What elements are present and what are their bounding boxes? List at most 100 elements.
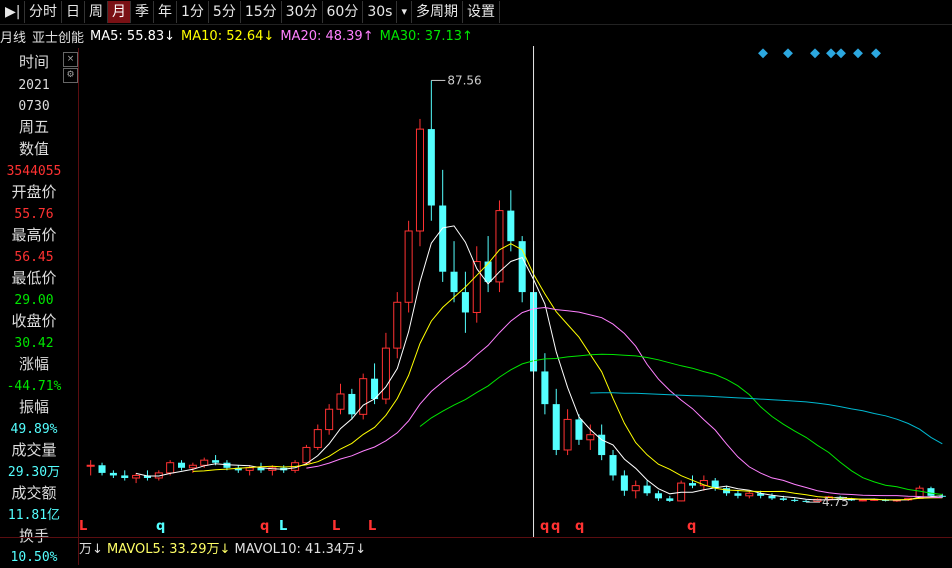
- tab-month[interactable]: 月: [108, 1, 131, 23]
- candle: [109, 470, 117, 478]
- candle: [927, 486, 935, 497]
- candle: [427, 80, 435, 221]
- candle: [518, 236, 526, 303]
- signal-marker: L: [368, 519, 376, 534]
- ma10-readout: MA10: 52.64↓: [181, 28, 275, 44]
- high-value: 56.45: [14, 250, 54, 265]
- candle-body: [109, 472, 117, 476]
- tab-1min[interactable]: 1分: [177, 1, 209, 23]
- candle-body: [450, 271, 458, 293]
- candle: [677, 480, 686, 502]
- candle: [415, 118, 425, 247]
- candle-body: [302, 446, 311, 464]
- signal-marker: q: [156, 519, 165, 534]
- ma60-line: [590, 392, 943, 445]
- candle: [541, 353, 549, 415]
- candle-body: [609, 455, 617, 476]
- candle: [598, 424, 606, 461]
- candle-body: [552, 404, 560, 450]
- candle-body: [688, 483, 697, 486]
- candle: [404, 220, 413, 313]
- signal-diamond: [758, 48, 768, 59]
- candle: [699, 475, 708, 491]
- tab-30min[interactable]: 30分: [282, 1, 323, 23]
- candle-body: [404, 230, 413, 303]
- candle: [495, 200, 504, 293]
- candle-body: [245, 467, 254, 471]
- tab-intraday[interactable]: 分时: [25, 1, 62, 23]
- candle-body: [541, 371, 549, 405]
- high-label: 最高价: [11, 226, 57, 244]
- candle: [472, 246, 481, 323]
- change-value: -44.71%: [6, 379, 62, 394]
- candle: [654, 490, 662, 501]
- candle-body: [427, 129, 435, 206]
- candle: [336, 383, 345, 415]
- settings-button[interactable]: 设置: [463, 1, 500, 23]
- candle-body: [858, 499, 867, 502]
- candle-body: [415, 128, 425, 232]
- tab-quarter[interactable]: 季: [131, 1, 154, 23]
- signal-marker: q: [260, 519, 269, 534]
- candle-body: [563, 418, 572, 451]
- signal-marker: L: [332, 519, 340, 534]
- candle-body: [654, 493, 662, 499]
- signal-diamond: [871, 48, 881, 59]
- candle: [586, 424, 595, 450]
- kline-chart[interactable]: 87.564.75L q q L L Lq q q q: [79, 46, 952, 537]
- candle-body: [666, 498, 674, 501]
- candle: [371, 363, 379, 405]
- weekday-value: 周五: [18, 118, 49, 136]
- candle: [177, 460, 186, 471]
- period-toolbar: ▶| 分时 日 周 月 季 年 1分 5分 15分 30分 60分 30s ▾ …: [0, 0, 952, 25]
- signal-diamond: [853, 48, 863, 59]
- value-label: 数值: [18, 140, 49, 158]
- candle: [121, 470, 129, 481]
- tab-60min[interactable]: 60分: [323, 1, 364, 23]
- mavol10-readout: MAVOL10: 41.34万↓: [234, 542, 367, 557]
- candle: [450, 241, 458, 303]
- period-label: 月线: [0, 30, 27, 46]
- signal-marker: q: [540, 519, 549, 534]
- candle: [439, 169, 447, 282]
- candle-body: [507, 210, 515, 242]
- candle-body: [575, 419, 583, 440]
- tab-5min[interactable]: 5分: [209, 1, 241, 23]
- open-label: 开盘价: [11, 183, 57, 201]
- dropdown-caret-icon[interactable]: ▾: [397, 1, 412, 23]
- candle-body: [313, 429, 322, 448]
- candle-body: [336, 393, 345, 410]
- tab-day[interactable]: 日: [62, 1, 85, 23]
- candle-body: [643, 485, 651, 494]
- ma5-readout: MA5: 55.83↓: [90, 28, 176, 44]
- candle-body: [188, 464, 197, 469]
- candle: [461, 271, 469, 333]
- tab-week[interactable]: 周: [85, 1, 108, 23]
- tab-30s[interactable]: 30s: [363, 1, 398, 23]
- candle-body: [86, 464, 95, 467]
- play-icon[interactable]: ▶|: [0, 1, 25, 23]
- signal-marker: q: [687, 519, 696, 534]
- tab-year[interactable]: 年: [154, 1, 177, 23]
- signal-marker: L: [279, 519, 287, 534]
- candle: [348, 388, 356, 420]
- candle: [552, 388, 560, 456]
- candle: [631, 480, 640, 499]
- candle: [393, 292, 402, 359]
- candle-body: [620, 475, 628, 491]
- volume-value: 29.30万: [7, 465, 61, 480]
- candle: [359, 373, 368, 420]
- candle-body: [177, 462, 186, 468]
- close-value: 30.42: [14, 336, 54, 351]
- tab-15min[interactable]: 15分: [241, 1, 282, 23]
- candle: [643, 480, 651, 496]
- tab-multi-period[interactable]: 多周期: [412, 1, 463, 23]
- candle-body: [381, 347, 390, 400]
- ma5-line: [135, 225, 943, 501]
- signal-marker: q: [575, 519, 584, 534]
- candle: [768, 493, 776, 500]
- ma20-readout: MA20: 48.39↑: [280, 28, 374, 44]
- candle: [745, 490, 754, 499]
- candle-body: [745, 492, 754, 497]
- signal-marker: q: [551, 519, 560, 534]
